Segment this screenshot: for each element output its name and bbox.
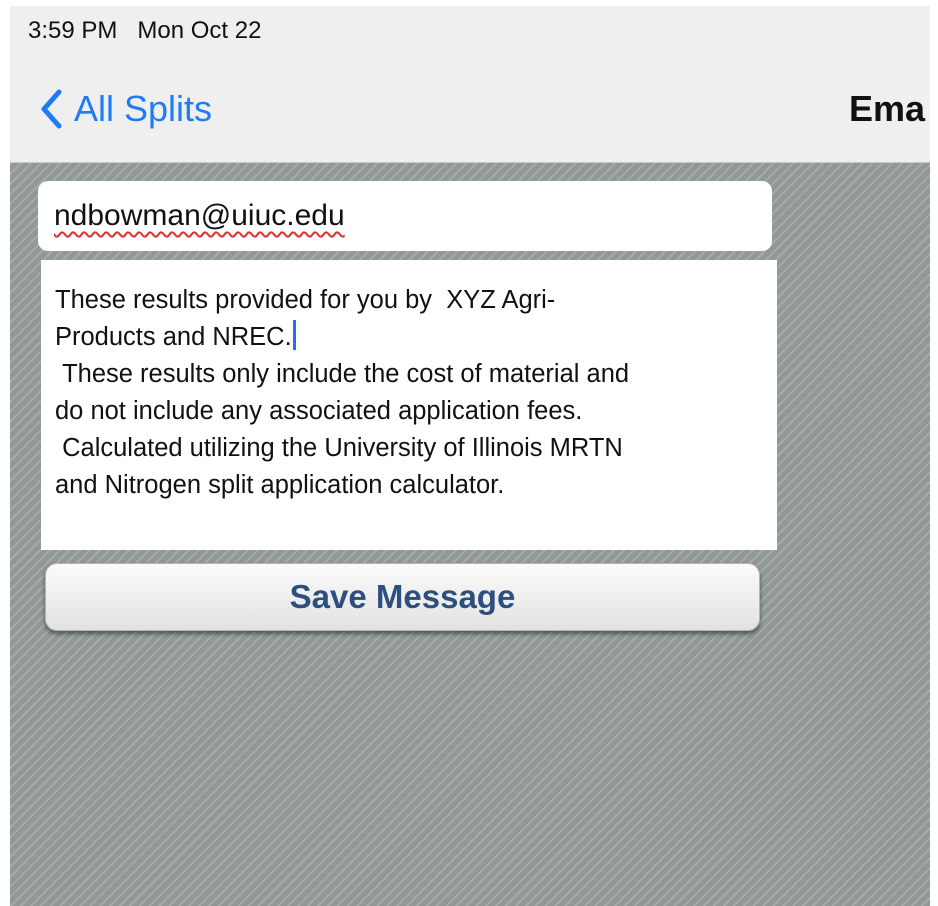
- save-message-button[interactable]: Save Message: [45, 563, 760, 631]
- status-time: 3:59 PM Mon Oct 22: [28, 17, 262, 44]
- chevron-left-icon: [41, 89, 62, 129]
- content-area: ndbowman@uiuc.edu These results provided…: [10, 163, 930, 906]
- back-button[interactable]: All Splits: [40, 84, 212, 134]
- app-screen: 3:59 PM Mon Oct 22 All Splits Ema ndbowm…: [10, 6, 930, 906]
- text-cursor: [292, 320, 296, 350]
- save-message-label: Save Message: [289, 578, 516, 615]
- message-text: These results provided for you by XYZ Ag…: [55, 286, 630, 499]
- navigation-bar: All Splits Ema: [10, 56, 930, 163]
- email-field-value: ndbowman@uiuc.edu: [54, 199, 345, 232]
- message-textarea[interactable]: These results provided for you by XYZ Ag…: [41, 260, 777, 550]
- page-title: Ema: [849, 88, 926, 129]
- email-field[interactable]: ndbowman@uiuc.edu: [38, 181, 772, 251]
- status-bar: 3:59 PM Mon Oct 22: [10, 6, 930, 56]
- back-button-label: All Splits: [74, 88, 213, 129]
